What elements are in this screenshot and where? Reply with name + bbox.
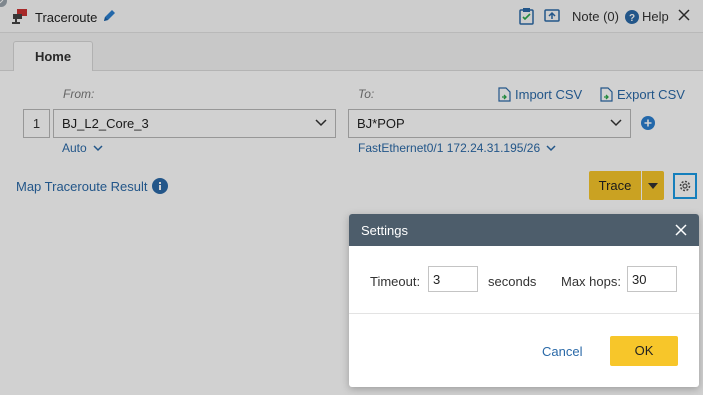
timeout-label: Timeout: — [370, 274, 421, 289]
dialog-divider — [349, 313, 699, 314]
max-hops-field[interactable] — [627, 266, 677, 292]
close-icon[interactable] — [675, 224, 687, 239]
dialog-title: Settings — [361, 223, 408, 238]
max-hops-label: Max hops: — [561, 274, 621, 289]
ok-button[interactable]: OK — [610, 336, 678, 366]
settings-dialog: Settings Timeout: seconds Max hops: Canc… — [349, 214, 699, 387]
cancel-button[interactable]: Cancel — [542, 344, 582, 359]
timeout-field[interactable] — [428, 266, 478, 292]
dialog-header: Settings — [349, 214, 699, 246]
timeout-unit: seconds — [488, 274, 537, 289]
